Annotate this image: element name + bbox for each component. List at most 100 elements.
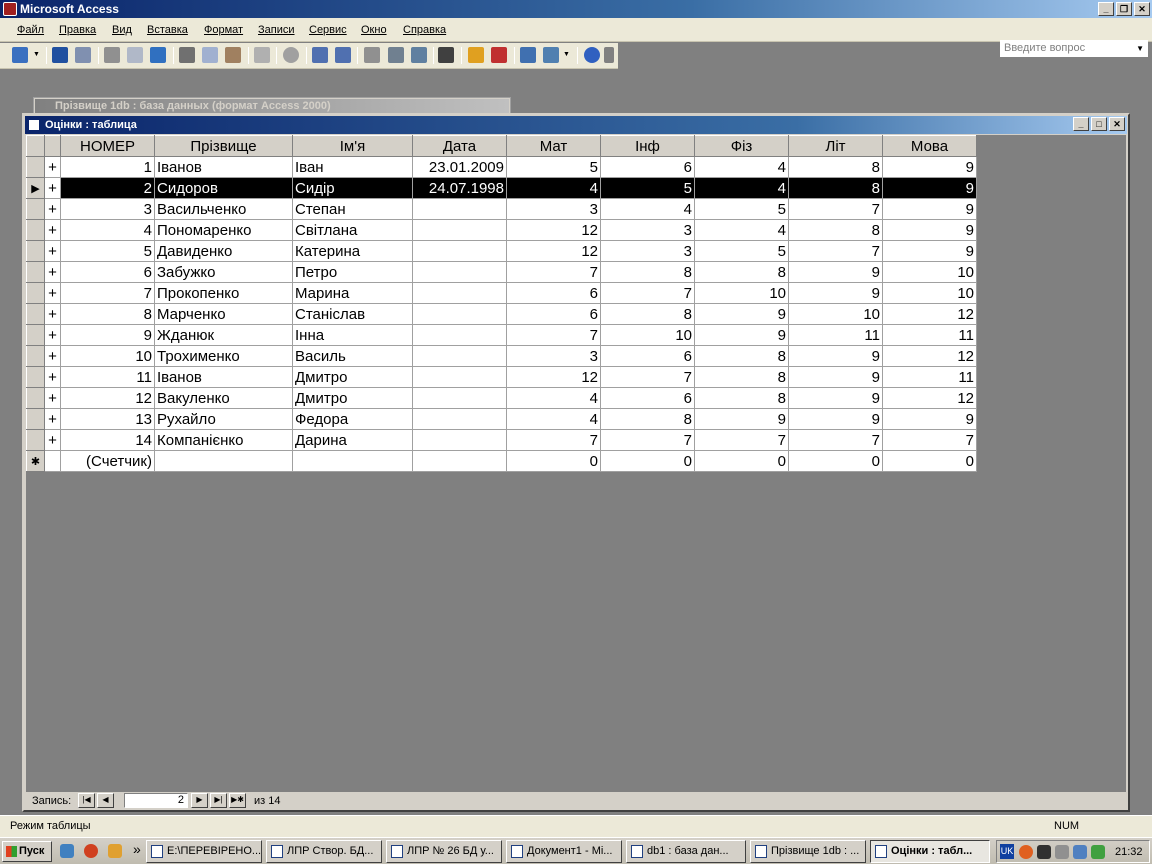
table-cell[interactable]: 11 bbox=[60, 366, 155, 388]
quicklaunch-icon[interactable] bbox=[108, 844, 122, 858]
menu-window[interactable]: Окно bbox=[361, 24, 387, 36]
table-cell[interactable]: 7 bbox=[60, 282, 155, 304]
close-button[interactable]: ✕ bbox=[1134, 2, 1150, 16]
table-row[interactable]: +13 Рухайло Федора 4 8 9 9 9 bbox=[26, 408, 977, 430]
table-cell[interactable] bbox=[412, 387, 507, 409]
next-record-button[interactable]: ▶ bbox=[191, 793, 208, 808]
table-cell[interactable]: 9 bbox=[694, 408, 789, 430]
first-record-button[interactable]: |◀ bbox=[78, 793, 95, 808]
row-selector[interactable] bbox=[26, 261, 45, 283]
new-record-marker[interactable]: ✱ bbox=[26, 450, 45, 472]
table-cell[interactable]: 4 bbox=[694, 177, 789, 199]
expand-subdatasheet-icon[interactable]: + bbox=[44, 198, 61, 220]
table-cell[interactable]: 9 bbox=[882, 156, 977, 178]
table-row[interactable]: +5 Давиденко Катерина 12 3 5 7 9 bbox=[26, 240, 977, 262]
row-selector[interactable] bbox=[26, 345, 45, 367]
column-header[interactable]: Мат bbox=[506, 135, 601, 157]
table-row[interactable]: +9 Жданюк Інна 7 10 9 11 11 bbox=[26, 324, 977, 346]
table-cell[interactable]: Васильченко bbox=[154, 198, 293, 220]
expand-subdatasheet-icon[interactable]: + bbox=[44, 240, 61, 262]
filter-by-selection-icon[interactable] bbox=[364, 47, 380, 63]
print-icon[interactable] bbox=[104, 47, 120, 63]
table-cell[interactable]: Іван bbox=[292, 156, 413, 178]
record-number-field[interactable]: 2 bbox=[124, 793, 188, 808]
table-cell[interactable]: 4 bbox=[694, 219, 789, 241]
menu-help[interactable]: Справка bbox=[403, 24, 446, 36]
column-header[interactable]: Літ bbox=[788, 135, 883, 157]
expand-subdatasheet-icon[interactable]: + bbox=[44, 408, 61, 430]
table-cell[interactable]: Рухайло bbox=[154, 408, 293, 430]
taskbar-item[interactable]: ЛПР № 26 БД у... bbox=[386, 840, 502, 863]
table-cell[interactable]: 7 bbox=[788, 429, 883, 451]
table-cell[interactable]: Давиденко bbox=[154, 240, 293, 262]
table-cell[interactable]: 8 bbox=[600, 261, 695, 283]
table-cell[interactable]: 9 bbox=[694, 303, 789, 325]
column-header[interactable]: Фіз bbox=[694, 135, 789, 157]
undo-icon[interactable] bbox=[254, 47, 270, 63]
spelling-icon[interactable] bbox=[150, 47, 166, 63]
select-all-corner[interactable] bbox=[26, 135, 45, 157]
table-cell[interactable]: 14 bbox=[60, 429, 155, 451]
table-cell[interactable]: Компанієнко bbox=[154, 429, 293, 451]
tray-app-icon[interactable] bbox=[1019, 845, 1033, 859]
table-cell[interactable]: 5 bbox=[506, 156, 601, 178]
row-selector[interactable] bbox=[26, 156, 45, 178]
table-cell[interactable]: 23.01.2009 bbox=[412, 156, 507, 178]
column-header[interactable]: Мова bbox=[882, 135, 977, 157]
taskbar-item[interactable]: E:\ПЕРЕВІРЕНО... bbox=[146, 840, 262, 863]
new-record-nav-button[interactable]: ▶✱ bbox=[229, 793, 246, 808]
table-cell[interactable]: Сидір bbox=[292, 177, 413, 199]
table-cell[interactable]: 11 bbox=[882, 366, 977, 388]
table-row[interactable]: +4 Пономаренко Світлана 12 3 4 8 9 bbox=[26, 219, 977, 241]
table-cell[interactable]: 3 bbox=[600, 240, 695, 262]
table-cell[interactable]: 0 bbox=[788, 450, 883, 472]
table-cell[interactable]: 12 bbox=[506, 240, 601, 262]
row-selector[interactable] bbox=[26, 324, 45, 346]
table-cell[interactable]: 0 bbox=[506, 450, 601, 472]
table-cell[interactable]: 7 bbox=[882, 429, 977, 451]
expand-subdatasheet-icon[interactable]: + bbox=[44, 219, 61, 241]
database-window-icon[interactable] bbox=[520, 47, 536, 63]
sort-desc-icon[interactable] bbox=[335, 47, 351, 63]
last-record-button[interactable]: ▶| bbox=[210, 793, 227, 808]
table-cell[interactable]: 4 bbox=[506, 177, 601, 199]
table-row[interactable]: +7 Прокопенко Марина 6 7 10 9 10 bbox=[26, 282, 977, 304]
table-cell[interactable]: 7 bbox=[506, 261, 601, 283]
table-cell[interactable]: 5 bbox=[694, 240, 789, 262]
tray-app-icon[interactable] bbox=[1037, 845, 1051, 859]
paste-icon[interactable] bbox=[225, 47, 241, 63]
table-cell[interactable]: Дмитро bbox=[292, 366, 413, 388]
table-cell[interactable]: 9 bbox=[882, 240, 977, 262]
table-cell[interactable]: (Счетчик) bbox=[60, 450, 155, 472]
table-cell[interactable]: 4 bbox=[506, 408, 601, 430]
table-cell[interactable]: Степан bbox=[292, 198, 413, 220]
table-cell[interactable]: 10 bbox=[600, 324, 695, 346]
quicklaunch-icon[interactable] bbox=[60, 844, 74, 858]
table-row[interactable]: +8 Марченко Станіслав 6 8 9 10 12 bbox=[26, 303, 977, 325]
table-cell[interactable]: 7 bbox=[600, 282, 695, 304]
table-cell[interactable]: 4 bbox=[694, 156, 789, 178]
table-cell[interactable]: Вакуленко bbox=[154, 387, 293, 409]
start-button[interactable]: Пуск bbox=[2, 841, 52, 862]
table-cell[interactable]: 5 bbox=[60, 240, 155, 262]
table-row[interactable]: +12 Вакуленко Дмитро 4 6 8 9 12 bbox=[26, 387, 977, 409]
table-cell[interactable]: Катерина bbox=[292, 240, 413, 262]
help-icon[interactable] bbox=[584, 47, 600, 63]
table-cell[interactable]: 10 bbox=[882, 282, 977, 304]
table-cell[interactable]: 9 bbox=[788, 261, 883, 283]
expand-subdatasheet-icon[interactable]: + bbox=[44, 303, 61, 325]
row-selector[interactable] bbox=[26, 429, 45, 451]
table-cell[interactable]: Василь bbox=[292, 345, 413, 367]
new-object-dropdown-icon[interactable]: ▼ bbox=[563, 47, 571, 63]
table-cell[interactable] bbox=[412, 282, 507, 304]
table-cell[interactable]: 8 bbox=[694, 261, 789, 283]
menu-records[interactable]: Записи bbox=[258, 24, 295, 36]
table-cell[interactable]: 6 bbox=[600, 345, 695, 367]
table-cell[interactable]: 6 bbox=[60, 261, 155, 283]
menu-edit[interactable]: Правка bbox=[59, 24, 96, 36]
table-cell[interactable] bbox=[292, 450, 413, 472]
column-header[interactable]: Прізвище bbox=[154, 135, 293, 157]
expand-subdatasheet-icon[interactable]: + bbox=[44, 429, 61, 451]
row-selector[interactable] bbox=[26, 219, 45, 241]
menu-insert[interactable]: Вставка bbox=[147, 24, 188, 36]
